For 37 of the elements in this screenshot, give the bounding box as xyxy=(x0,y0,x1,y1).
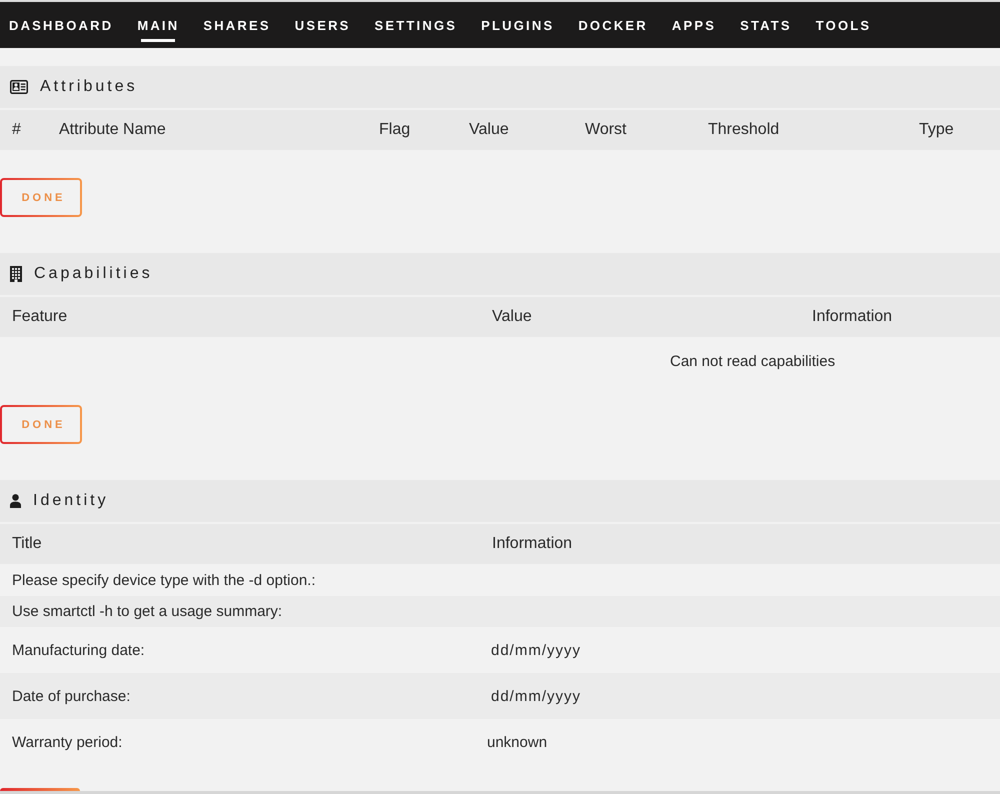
date-field[interactable]: dd/mm/yyyy xyxy=(491,640,631,660)
table-cell: Please specify device type with the -d option.: xyxy=(12,572,316,589)
section-title: Identity xyxy=(33,492,109,510)
table-cell: Warranty period: xyxy=(12,734,122,750)
column-header: Threshold xyxy=(708,121,780,139)
section-title: Capabilities xyxy=(34,265,153,283)
nav-tab[interactable]: SETTINGS xyxy=(374,2,458,48)
column-header: Title xyxy=(12,535,42,553)
table-cell: Use smartctl -h to get a usage summary: xyxy=(12,603,282,620)
nav-tab[interactable]: STATS xyxy=(740,2,792,48)
column-header: Information xyxy=(492,535,572,553)
nav-tab[interactable]: DOCKER xyxy=(578,2,648,48)
column-header: # xyxy=(12,121,21,139)
column-header: Worst xyxy=(585,121,626,139)
column-header: Value xyxy=(492,308,532,326)
person-icon xyxy=(10,494,21,508)
building-icon xyxy=(10,266,22,282)
column-header: Information xyxy=(812,308,892,326)
id-card-icon xyxy=(10,80,28,94)
column-header: Feature xyxy=(12,308,68,326)
section-title: Attributes xyxy=(40,78,138,96)
column-header: Value xyxy=(469,121,509,139)
nav-tab[interactable]: SHARES xyxy=(203,2,271,48)
nav-tab[interactable]: TOOLS xyxy=(816,2,872,48)
empty-message: Can not read capabilities xyxy=(670,353,836,370)
nav-tab[interactable]: APPS xyxy=(672,2,716,48)
nav-tab[interactable]: PLUGINS xyxy=(481,2,554,48)
column-header: Type xyxy=(919,121,954,139)
date-field[interactable]: dd/mm/yyyy xyxy=(491,686,631,706)
nav-tab[interactable]: USERS xyxy=(294,2,351,48)
dropdown-field[interactable]: unknown xyxy=(487,732,548,752)
table-cell: Manufacturing date: xyxy=(12,642,145,658)
nav-tab[interactable]: MAIN xyxy=(137,2,180,48)
column-header: Attribute Name xyxy=(59,121,166,139)
nav-tab[interactable]: DASHBOARD xyxy=(9,2,114,48)
table-cell: Date of purchase: xyxy=(12,688,130,704)
column-header: Flag xyxy=(379,121,410,139)
